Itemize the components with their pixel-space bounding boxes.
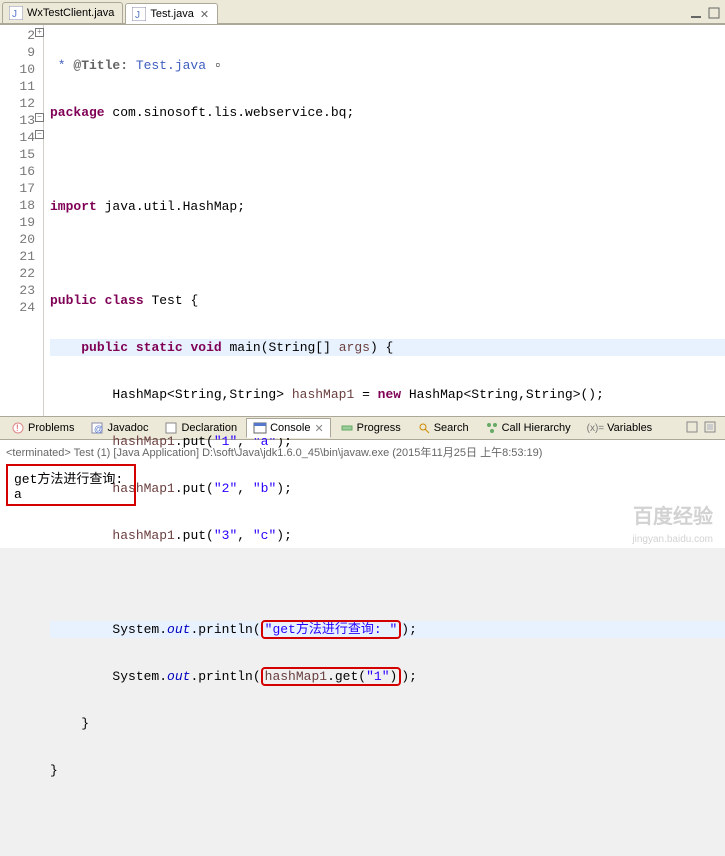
tab-callhierarchy[interactable]: Call Hierarchy [478,418,578,438]
watermark-brand: 百度经验 [633,500,713,529]
line-gutter: 2 9 10 11 12 13 14 15 16 17 18 19 20 21 … [0,25,44,416]
console-icon [253,421,267,435]
fold-icon[interactable]: − [35,113,44,122]
code-editor[interactable]: 2 9 10 11 12 13 14 15 16 17 18 19 20 21 … [0,24,725,416]
minimize-icon[interactable] [689,6,703,23]
close-icon[interactable]: ✕ [314,422,323,435]
java-file-icon: J [9,6,23,20]
svg-text:!: ! [16,423,19,433]
problems-icon: ! [11,421,25,435]
tab-wxtestclient[interactable]: J WxTestClient.java [2,2,123,23]
declaration-icon [164,421,178,435]
tab-test[interactable]: J Test.java ✕ [125,3,218,24]
watermark-url: jingyan.baidu.com [632,534,713,545]
svg-text:J: J [12,9,17,20]
console-output: get方法进行查询: a [6,464,136,506]
call-hierarchy-icon [485,421,499,435]
tab-label: WxTestClient.java [27,7,114,19]
java-file-icon: J [132,7,146,21]
close-icon[interactable]: ✕ [200,8,209,21]
fold-icon[interactable]: − [35,130,44,139]
progress-icon [340,421,354,435]
tab-declaration[interactable]: Declaration [157,418,244,438]
svg-text:J: J [135,10,140,21]
tab-variables[interactable]: (x)=Variables [580,419,660,437]
pin-icon[interactable] [685,420,699,437]
fold-icon[interactable]: + [35,28,44,37]
code-area[interactable]: * @Title: Test.java ▫ package com.sinoso… [44,25,725,416]
maximize-icon[interactable] [707,6,721,23]
tab-console[interactable]: Console ✕ [246,418,331,438]
tab-problems[interactable]: !Problems [4,418,81,438]
search-icon [417,421,431,435]
editor-tab-bar: J WxTestClient.java J Test.java ✕ [0,0,725,24]
svg-text:@: @ [94,424,103,434]
tab-progress[interactable]: Progress [333,418,408,438]
tab-javadoc[interactable]: @Javadoc [83,418,155,438]
javadoc-icon: @ [90,421,104,435]
tab-label: Test.java [150,8,193,20]
display-icon[interactable] [703,420,717,437]
views-tab-bar: !Problems @Javadoc Declaration Console ✕… [0,416,725,440]
tab-search[interactable]: Search [410,418,476,438]
